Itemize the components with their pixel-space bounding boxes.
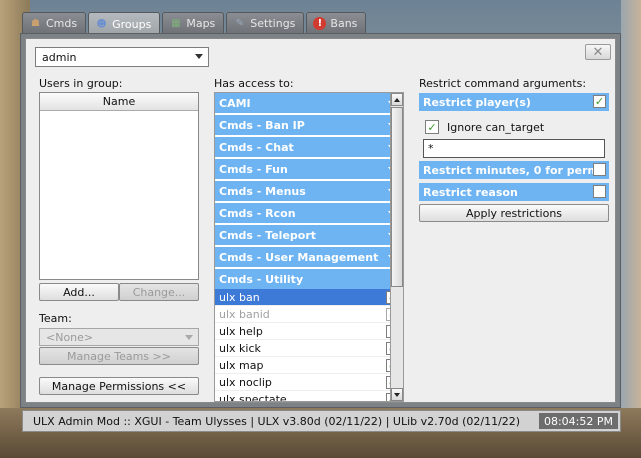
category-user-management[interactable]: Cmds - User Management	[215, 247, 402, 267]
category-cami[interactable]: CAMI	[215, 93, 402, 113]
cmds-icon: ☗	[31, 18, 40, 29]
command-row-ulx-kick[interactable]: ulx kick ✓	[215, 340, 402, 357]
access-list[interactable]: CAMI Cmds - Ban IP Cmds - Chat Cmds - Fu…	[214, 92, 403, 402]
restrict-reason-bar[interactable]: Restrict reason	[419, 183, 609, 201]
category-fun[interactable]: Cmds - Fun	[215, 159, 402, 179]
chevron-down-icon	[195, 54, 203, 59]
command-name: ulx help	[219, 324, 263, 338]
command-row-ulx-help[interactable]: ulx help	[215, 323, 402, 340]
tab-maps-label: Maps	[186, 17, 216, 30]
command-name: ulx map	[219, 358, 264, 372]
clock: 08:04:52 PM	[538, 413, 618, 429]
tab-bans[interactable]: ! Bans	[306, 12, 367, 34]
restrict-players-bar[interactable]: Restrict player(s) ✓	[419, 93, 609, 111]
tab-cmds-label: Cmds	[46, 17, 78, 30]
tab-maps[interactable]: ▦ Maps	[162, 12, 225, 34]
scroll-up-icon[interactable]	[391, 93, 403, 106]
close-button[interactable]: ✕	[585, 44, 611, 60]
command-row-ulx-map[interactable]: ulx map ✓	[215, 357, 402, 374]
ignore-can-target-checkbox[interactable]: ✓	[425, 120, 439, 134]
category-ban-ip[interactable]: Cmds - Ban IP	[215, 115, 402, 135]
category-label: Cmds - Chat	[219, 140, 294, 154]
apply-restrictions-button[interactable]: Apply restrictions	[419, 204, 609, 222]
tab-bans-label: Bans	[330, 17, 358, 30]
status-bar: ULX Admin Mod :: XGUI - Team Ulysses | U…	[22, 410, 621, 432]
groups-panel: admin ✕ Users in group: Name Add... Chan…	[25, 38, 616, 403]
category-label: CAMI	[219, 96, 251, 110]
category-utility[interactable]: Cmds - Utility	[215, 269, 402, 289]
command-row-ulx-noclip[interactable]: ulx noclip ✓	[215, 374, 402, 391]
team-select[interactable]: <None>	[39, 328, 199, 346]
check-icon[interactable]: ✓	[593, 95, 606, 108]
tab-groups[interactable]: ☻ Groups	[88, 12, 161, 35]
group-select[interactable]: admin	[35, 47, 209, 67]
change-user-button[interactable]: Change...	[119, 283, 199, 301]
tab-settings-label: Settings	[250, 17, 296, 30]
player-filter-input[interactable]: *	[423, 139, 605, 158]
main-frame: admin ✕ Users in group: Name Add... Chan…	[20, 33, 621, 408]
tab-groups-label: Groups	[112, 17, 152, 31]
manage-permissions-button[interactable]: Manage Permissions <<	[39, 377, 199, 395]
ignore-can-target-label: Ignore can_target	[447, 121, 545, 134]
command-name: ulx kick	[219, 341, 261, 355]
chevron-down-icon	[185, 335, 193, 340]
category-label: Cmds - Ban IP	[219, 118, 305, 132]
command-row-ulx-ban[interactable]: ulx ban ✓	[215, 289, 402, 306]
team-select-value: <None>	[46, 330, 94, 344]
category-label: Cmds - Fun	[219, 162, 288, 176]
manage-teams-button[interactable]: Manage Teams >>	[39, 347, 199, 365]
maps-icon: ▦	[171, 18, 181, 29]
command-row-ulx-banid[interactable]: ulx banid ✓	[215, 306, 402, 323]
status-text: ULX Admin Mod :: XGUI - Team Ulysses | U…	[33, 414, 521, 428]
category-label: Cmds - User Management	[219, 250, 379, 264]
category-chat[interactable]: Cmds - Chat	[215, 137, 402, 157]
tab-settings[interactable]: ✎ Settings	[226, 12, 305, 34]
settings-icon: ✎	[235, 18, 244, 29]
users-label: Users in group:	[39, 77, 123, 90]
command-row-ulx-spectate[interactable]: ulx spectate ✓	[215, 391, 402, 402]
category-label: Cmds - Utility	[219, 272, 304, 286]
command-name: ulx spectate	[219, 392, 287, 402]
category-label: Cmds - Menus	[219, 184, 306, 198]
tab-cmds[interactable]: ☗ Cmds	[22, 12, 87, 34]
access-scrollbar[interactable]	[390, 92, 404, 402]
restrict-minutes-label: Restrict minutes, 0 for perma	[423, 163, 607, 177]
category-menus[interactable]: Cmds - Menus	[215, 181, 402, 201]
scroll-thumb[interactable]	[391, 107, 403, 287]
category-rcon[interactable]: Cmds - Rcon	[215, 203, 402, 223]
scroll-down-icon[interactable]	[391, 388, 403, 401]
restrict-players-label: Restrict player(s)	[423, 95, 531, 109]
command-name: ulx banid	[219, 307, 270, 321]
command-name: ulx noclip	[219, 375, 272, 389]
access-label: Has access to:	[214, 77, 294, 90]
command-name: ulx ban	[219, 290, 260, 304]
users-list[interactable]: Name	[39, 92, 199, 280]
bans-icon: !	[313, 17, 327, 30]
category-label: Cmds - Rcon	[219, 206, 296, 220]
category-teleport[interactable]: Cmds - Teleport	[215, 225, 402, 245]
category-label: Cmds - Teleport	[219, 228, 317, 242]
restrict-minutes-bar[interactable]: Restrict minutes, 0 for perma	[419, 161, 609, 179]
group-select-value: admin	[42, 50, 77, 64]
team-label: Team:	[39, 312, 72, 325]
restrict-reason-label: Restrict reason	[423, 185, 518, 199]
add-user-button[interactable]: Add...	[39, 283, 119, 301]
tab-bar: ☗ Cmds ☻ Groups ▦ Maps ✎ Settings ! Bans	[22, 12, 367, 35]
background-right	[621, 0, 641, 458]
checkbox-empty[interactable]	[593, 185, 606, 198]
restrict-label: Restrict command arguments:	[419, 77, 587, 90]
checkbox-empty[interactable]	[593, 163, 606, 176]
users-name-header[interactable]: Name	[40, 93, 198, 111]
groups-icon: ☻	[96, 18, 107, 30]
